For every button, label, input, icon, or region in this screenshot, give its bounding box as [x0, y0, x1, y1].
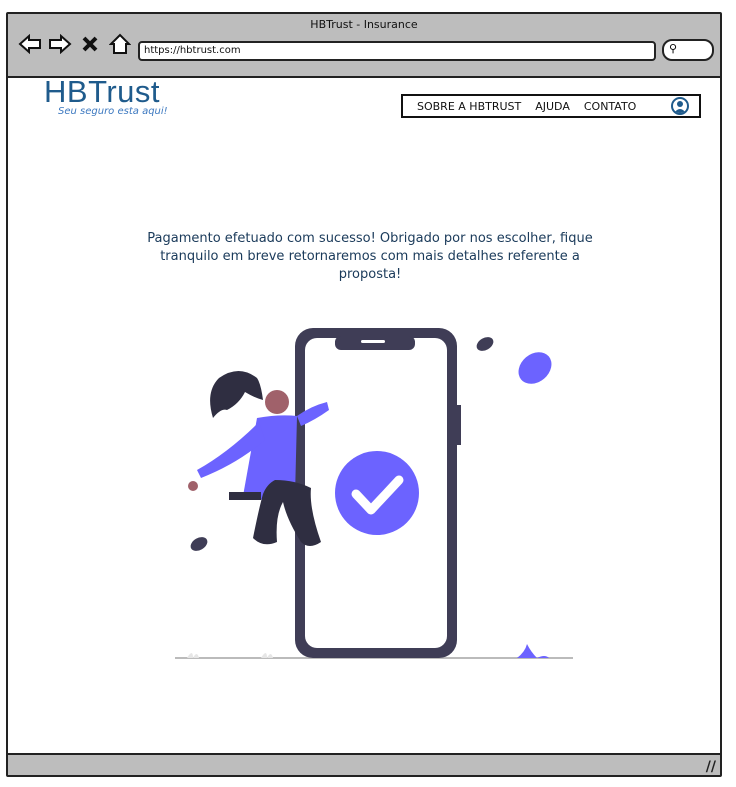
- logo[interactable]: HBTrust Seu seguro esta aqui!: [44, 74, 168, 118]
- status-bar: //: [8, 753, 720, 775]
- nav-item-contato[interactable]: CONTATO: [584, 100, 636, 113]
- nav-item-sobre[interactable]: SOBRE A HBTRUST: [417, 100, 521, 113]
- resize-handle-icon[interactable]: //: [706, 759, 716, 775]
- top-nav: SOBRE A HBTRUST AJUDA CONTATO: [401, 94, 701, 118]
- nav-controls: [18, 32, 132, 56]
- title-bar: HBTrust - Insurance https://hbtrust.com …: [8, 14, 720, 78]
- home-icon[interactable]: [108, 32, 132, 56]
- user-icon[interactable]: [671, 97, 689, 115]
- success-illustration: [175, 328, 573, 659]
- success-message: Pagamento efetuado com sucesso! Obrigado…: [147, 231, 593, 282]
- forward-arrow-icon[interactable]: [48, 32, 72, 56]
- search-icon: ⚲: [669, 42, 678, 55]
- logo-tagline: Seu seguro esta aqui!: [58, 106, 168, 117]
- back-arrow-icon[interactable]: [18, 32, 42, 56]
- address-bar[interactable]: https://hbtrust.com: [138, 41, 656, 61]
- logo-name: HBTrust: [44, 74, 161, 109]
- nav-item-ajuda[interactable]: AJUDA: [535, 100, 570, 113]
- search-button[interactable]: ⚲: [662, 39, 714, 61]
- window-title: HBTrust - Insurance: [310, 18, 418, 31]
- close-icon[interactable]: [78, 32, 102, 56]
